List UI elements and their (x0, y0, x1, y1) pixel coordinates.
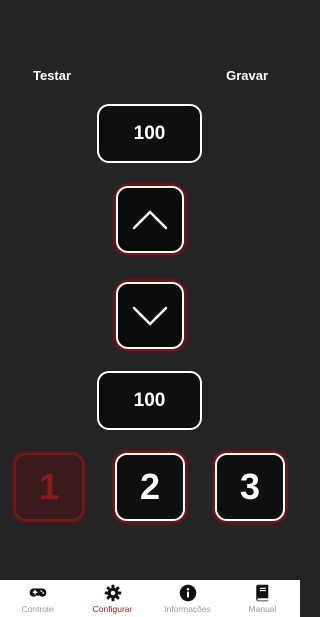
preset-button-2[interactable]: 2 (115, 453, 185, 521)
chevron-up-icon (132, 210, 168, 229)
gear-icon (104, 584, 122, 602)
nav-label-informacoes: Informações (164, 604, 211, 614)
nav-label-controle: Controle (21, 604, 54, 614)
nav-item-manual[interactable]: Manual (225, 580, 300, 617)
nav-item-configurar[interactable]: Configurar (75, 580, 150, 617)
gamepad-icon (29, 584, 47, 602)
increase-button[interactable] (116, 186, 184, 253)
nav-item-informacoes[interactable]: Informações (150, 580, 225, 617)
chevron-down-icon (132, 306, 168, 325)
nav-item-controle[interactable]: Controle (0, 580, 75, 617)
info-icon (179, 584, 197, 602)
preset-button-3[interactable]: 3 (215, 453, 285, 521)
record-button[interactable]: Gravar (226, 68, 268, 83)
configure-screen: Testar Gravar 100 100 1 2 3 (0, 0, 300, 580)
preset-button-1[interactable]: 1 (14, 453, 84, 521)
decrease-button[interactable] (116, 282, 184, 349)
nav-label-configurar: Configurar (92, 604, 133, 614)
bottom-navigation: Controle Configurar Informações Manual (0, 580, 300, 617)
nav-label-manual: Manual (248, 604, 277, 614)
test-button[interactable]: Testar (33, 68, 71, 83)
value-field-bottom[interactable]: 100 (97, 371, 202, 430)
value-field-top[interactable]: 100 (97, 104, 202, 163)
book-icon (254, 584, 272, 602)
